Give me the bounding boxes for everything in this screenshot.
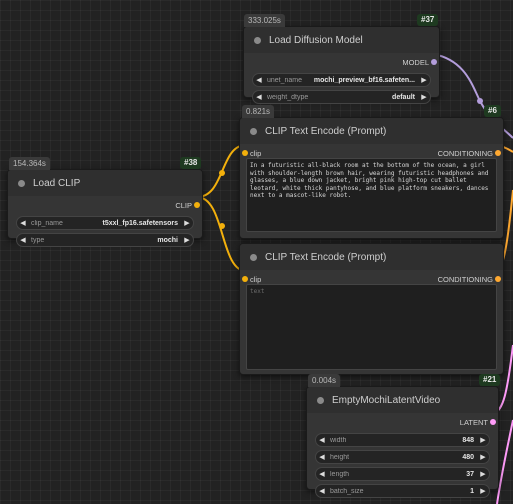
empty-latent-node[interactable]: EmptyMochiLatentVideo LATENT ◀ width 848… [306,386,499,498]
right-arrow-icon[interactable]: ▶ [477,453,489,461]
conditioning-output-label: CONDITIONING [437,275,493,284]
clip-input-label: clip [250,275,262,284]
latent-link-lower [496,419,513,504]
conditioning-output-dot[interactable] [495,150,501,156]
collapse-dot-icon[interactable] [18,179,25,187]
collapse-dot-icon[interactable] [250,127,257,135]
clip-encode-1-timing: 0.821s [242,105,275,118]
clip-link-1-midpoint [219,170,225,176]
width-value: 848 [462,436,474,444]
conditioning-output-dot[interactable] [495,276,501,282]
batch-size-label: batch_size [330,487,364,495]
load-clip-badge: #38 [180,157,202,169]
clip-name-widget[interactable]: ◀ clip_name t5xxl_fp16.safetensors ▶ [16,216,194,230]
load-diffusion-badge: #37 [417,14,439,26]
clip-type-label: type [31,236,45,244]
model-output-row: MODEL [244,53,439,71]
left-arrow-icon[interactable]: ◀ [17,219,29,227]
load-clip-node[interactable]: Load CLIP CLIP ◀ clip_name t5xxl_fp16.sa… [7,169,203,247]
clip-encode-2-title: CLIP Text Encode (Prompt) [265,251,387,263]
textarea-placeholder: text [250,288,265,295]
latent-output-dot[interactable] [490,419,496,425]
left-arrow-icon[interactable]: ◀ [253,93,265,101]
right-arrow-icon[interactable]: ▶ [418,76,430,84]
latent-output-label: LATENT [459,418,488,427]
empty-latent-timing: 0.004s [308,374,341,387]
clip-link-2-midpoint [219,223,225,229]
empty-latent-title: EmptyMochiLatentVideo [332,394,441,406]
right-arrow-icon[interactable]: ▶ [181,219,193,227]
prompt-textarea[interactable]: In a futuristic all-black room at the bo… [246,158,497,232]
batch-size-widget[interactable]: ◀ batch_size 1 ▶ [315,484,490,498]
load-diffusion-node[interactable]: Load Diffusion Model MODEL ◀ unet_name m… [243,26,440,104]
weight-dtype-value: default [392,93,415,101]
right-arrow-icon[interactable]: ▶ [418,93,430,101]
weight-dtype-widget[interactable]: ◀ weight_dtype default ▶ [252,90,431,104]
collapse-dot-icon[interactable] [254,36,261,44]
clip-name-value: t5xxl_fp16.safetensors [102,219,178,227]
clip-input-dot[interactable] [242,276,248,282]
clip-input-dot[interactable] [242,150,248,156]
left-arrow-icon[interactable]: ◀ [316,453,328,461]
left-arrow-icon[interactable]: ◀ [253,76,265,84]
left-arrow-icon[interactable]: ◀ [316,436,328,444]
load-clip-title: Load CLIP [33,177,81,189]
clip-encode-1-title: CLIP Text Encode (Prompt) [265,125,387,137]
conditioning-output-label: CONDITIONING [437,149,493,158]
right-arrow-icon[interactable]: ▶ [477,436,489,444]
clip-input-label: clip [250,149,262,158]
height-widget[interactable]: ◀ height 480 ▶ [315,450,490,464]
collapse-dot-icon[interactable] [250,253,257,261]
negative-prompt-textarea[interactable]: text [246,284,497,370]
left-arrow-icon[interactable]: ◀ [17,236,29,244]
right-arrow-icon[interactable]: ▶ [477,487,489,495]
length-widget[interactable]: ◀ length 37 ▶ [315,467,490,481]
height-value: 480 [462,453,474,461]
empty-latent-header[interactable]: EmptyMochiLatentVideo [307,387,498,413]
load-clip-timing: 154.364s [9,157,50,170]
latent-output-row: LATENT [307,413,498,431]
left-arrow-icon[interactable]: ◀ [316,487,328,495]
clip-type-widget[interactable]: ◀ type mochi ▶ [16,233,194,247]
load-clip-header[interactable]: Load CLIP [8,170,202,196]
model-link-midpoint [477,98,483,104]
weight-dtype-label: weight_dtype [267,93,309,101]
right-arrow-icon[interactable]: ▶ [477,470,489,478]
load-diffusion-title: Load Diffusion Model [269,34,363,46]
clip-encode-1-badge: #6 [484,105,501,117]
empty-latent-badge: #21 [479,374,501,386]
clip-output-label: CLIP [175,201,192,210]
clip-name-label: clip_name [31,219,63,227]
right-arrow-icon[interactable]: ▶ [181,236,193,244]
model-output-label: MODEL [402,58,429,67]
clip-encode-1-header[interactable]: CLIP Text Encode (Prompt) [240,118,503,144]
load-diffusion-timing: 333.025s [244,14,285,27]
load-diffusion-header[interactable]: Load Diffusion Model [244,27,439,53]
model-output-dot[interactable] [431,59,437,65]
batch-size-value: 1 [470,487,474,495]
unet-name-widget[interactable]: ◀ unet_name mochi_preview_bf16.safeten..… [252,73,431,87]
length-value: 37 [466,470,474,478]
length-label: length [330,470,350,478]
clip-encode-2-node[interactable]: CLIP Text Encode (Prompt) clip CONDITION… [239,243,504,375]
width-label: width [330,436,347,444]
clip-encode-1-node[interactable]: CLIP Text Encode (Prompt) clip CONDITION… [239,117,504,239]
height-label: height [330,453,350,461]
clip-output-dot[interactable] [194,202,200,208]
clip-type-value: mochi [157,236,178,244]
unet-name-label: unet_name [267,76,303,84]
width-widget[interactable]: ◀ width 848 ▶ [315,433,490,447]
clip-output-row: CLIP [8,196,202,214]
clip-encode-2-header[interactable]: CLIP Text Encode (Prompt) [240,244,503,270]
left-arrow-icon[interactable]: ◀ [316,470,328,478]
unet-name-value: mochi_preview_bf16.safeten... [313,76,415,84]
collapse-dot-icon[interactable] [317,396,324,404]
